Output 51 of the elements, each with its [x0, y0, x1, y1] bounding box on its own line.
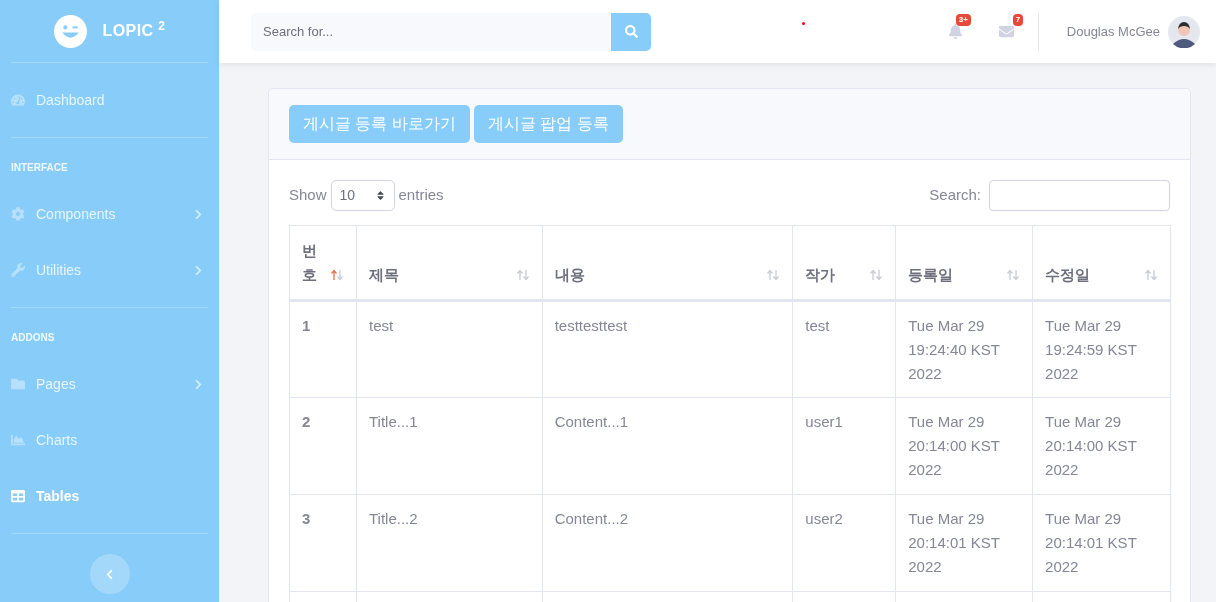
envelope-icon[interactable]: [998, 24, 1014, 39]
select-arrows-icon: [374, 190, 386, 201]
sidebar-heading: INTERFACE: [11, 162, 68, 173]
search-button[interactable]: [611, 12, 651, 51]
entries-label: entries: [398, 185, 444, 206]
column-header[interactable]: 내용: [542, 225, 793, 301]
table-cell: Tue Mar 29 20:14:00 KST 2022: [1032, 397, 1171, 495]
messages-badge: 7: [1012, 14, 1024, 26]
table-cell: user1: [792, 397, 896, 495]
column-header[interactable]: 제목: [356, 225, 543, 301]
table-cell: 2: [289, 397, 357, 495]
column-header[interactable]: 번 호: [289, 225, 357, 301]
page-size-select[interactable]: 10: [330, 180, 395, 211]
winking-face-logo-icon: [53, 14, 87, 48]
column-header[interactable]: 등록일: [895, 225, 1033, 301]
table-cell: Content...1: [542, 397, 793, 495]
table-cell: user2: [792, 494, 896, 592]
gear-icon: [11, 207, 25, 221]
brand-name: LOPIC $^{2}$: [102, 19, 166, 41]
table-search-field[interactable]: [989, 180, 1170, 211]
table-cell: Title...1: [356, 397, 543, 495]
table-cell: 3: [289, 494, 357, 592]
table-cell: Tue Mar 29 20:14:00 KST 2022: [895, 397, 1033, 495]
folder-icon: [11, 377, 25, 391]
avatar-icon[interactable]: [1168, 15, 1200, 48]
chart-icon: [11, 433, 25, 447]
table-icon: [11, 489, 25, 503]
alerts-badge: 3+: [955, 14, 971, 26]
table-cell: 1: [289, 300, 357, 398]
user-name[interactable]: Douglas McGee: [1066, 21, 1160, 42]
search-label: Search:: [929, 185, 981, 206]
search-field[interactable]: Search for...: [251, 12, 611, 51]
table-cell: Tue Mar 29 20:14:01 KST 2022: [895, 494, 1033, 592]
table-cell: test: [792, 300, 896, 398]
table-cell: Content...2: [542, 494, 793, 592]
column-header[interactable]: 작가: [792, 225, 896, 301]
table-cell: Title...2: [356, 494, 543, 592]
sidebar-toggle-button[interactable]: [89, 554, 130, 594]
table-cell: Tue Mar 29 20:14:01 KST 2022: [1032, 494, 1171, 592]
table-cell: Tue Mar 29 19:24:59 KST 2022: [1032, 300, 1171, 398]
table-cell: Tue Mar 29 19:24:40 KST 2022: [895, 300, 1033, 398]
search-icon: [624, 25, 638, 38]
table-cell: test: [356, 300, 543, 398]
gauge-icon: [11, 93, 25, 107]
sidebar-heading: ADDONS: [11, 332, 55, 343]
chevron-left-icon: [104, 568, 115, 580]
show-label: Show: [289, 185, 327, 206]
column-header[interactable]: 수정일: [1032, 225, 1171, 301]
bell-icon[interactable]: [947, 24, 963, 39]
wrench-icon: [11, 263, 25, 277]
table-cell: testtesttest: [542, 300, 793, 398]
